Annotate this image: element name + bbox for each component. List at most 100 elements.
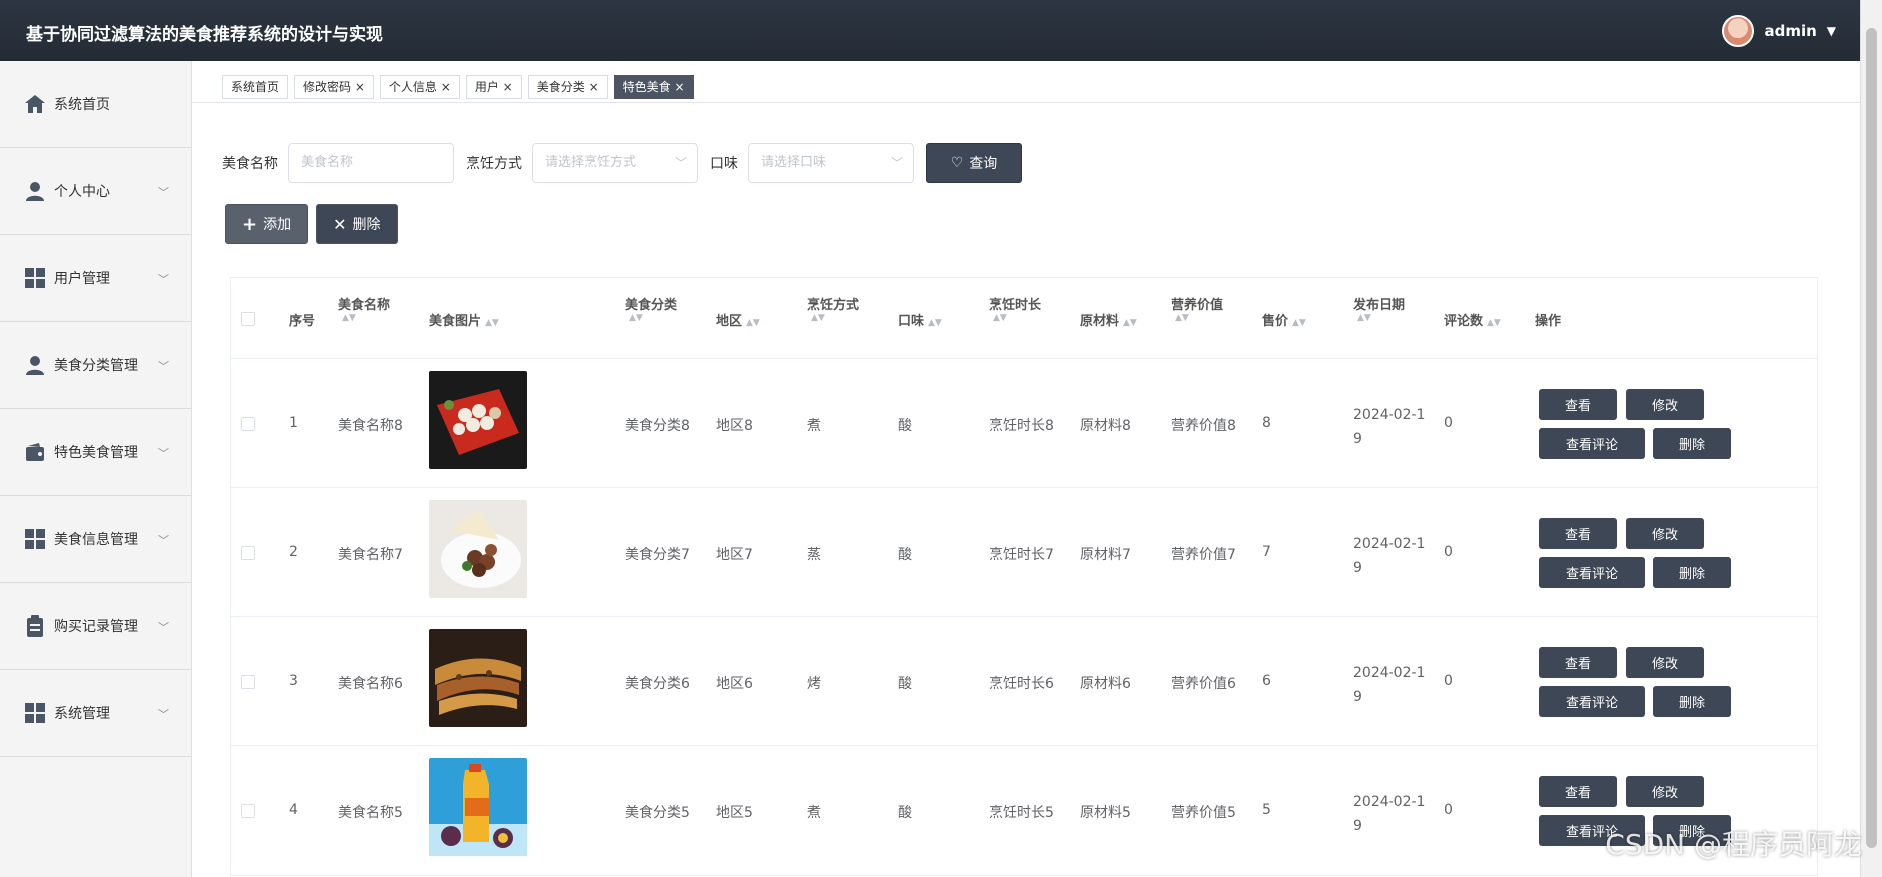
view-button[interactable]: 查看 (1539, 647, 1617, 678)
col-name[interactable]: 美食名称 ▲▼ (338, 294, 398, 323)
tab-food-category[interactable]: 美食分类 × (527, 75, 608, 99)
food-category: 美食分类6 (625, 676, 690, 692)
avatar[interactable] (1722, 15, 1755, 47)
food-image (429, 629, 527, 731)
add-button[interactable]: + 添加 (225, 204, 309, 244)
clipboard-icon (24, 615, 46, 637)
sidebar-item-food-info-management[interactable]: 美食信息管理 ﹀ (0, 496, 191, 583)
delete-button[interactable]: ✕ 删除 (316, 204, 398, 244)
row-checkbox[interactable] (241, 417, 255, 431)
col-material[interactable]: 原材料 ▲▼ (1080, 310, 1137, 329)
close-icon[interactable]: × (355, 80, 365, 94)
select-all-checkbox[interactable] (241, 312, 255, 326)
raw-material: 原材料6 (1080, 676, 1131, 692)
view-comments-button[interactable]: 查看评论 (1539, 428, 1645, 459)
tab-home[interactable]: 系统首页 (222, 75, 289, 99)
sort-icon[interactable]: ▲▼ (993, 313, 1049, 323)
delete-row-button[interactable]: 删除 (1653, 686, 1731, 717)
col-image[interactable]: 美食图片 ▲▼ (429, 310, 499, 329)
col-taste[interactable]: 口味 ▲▼ (898, 310, 942, 329)
sort-icon[interactable]: ▲▼ (1357, 313, 1413, 323)
top-bar: 基于协同过滤算法的美食推荐系统的设计与实现 admin ▼ (0, 0, 1860, 61)
taste-select[interactable]: 请选择口味 ﹀ (748, 143, 914, 183)
edit-button[interactable]: 修改 (1626, 518, 1704, 549)
col-comments[interactable]: 评论数 ▲▼ (1444, 310, 1501, 329)
food-name: 美食名称5 (338, 805, 403, 821)
close-icon[interactable]: × (441, 80, 451, 94)
sort-icon[interactable]: ▲▼ (1175, 313, 1231, 323)
user-menu[interactable]: admin ▼ (1722, 15, 1836, 47)
sidebar-item-home[interactable]: 系统首页 (0, 61, 191, 148)
food-category: 美食分类5 (625, 805, 690, 821)
col-date[interactable]: 发布日期 ▲▼ (1353, 294, 1413, 323)
col-actions: 操作 (1535, 314, 1562, 329)
table-row: 1 美食名称8 美食分类8 地区8 煮 酸 烹饪时长8 原材料8 营养价值8 8… (231, 359, 1817, 488)
sort-icon[interactable]: ▲▼ (746, 318, 760, 328)
tab-special-food[interactable]: 特色美食 × (613, 75, 694, 99)
food-name-input[interactable]: 美食名称 (288, 143, 454, 183)
sort-icon[interactable]: ▲▼ (1292, 318, 1306, 328)
sidebar-item-label: 个人中心 (54, 184, 110, 200)
tab-personal-info[interactable]: 个人信息 × (379, 75, 460, 99)
close-icon[interactable]: × (674, 80, 684, 94)
col-price[interactable]: 售价 ▲▼ (1262, 310, 1306, 329)
edit-button[interactable]: 修改 (1626, 389, 1704, 420)
close-icon[interactable]: × (503, 80, 513, 94)
row-checkbox[interactable] (241, 675, 255, 689)
col-category[interactable]: 美食分类 ▲▼ (625, 294, 685, 323)
food-name: 美食名称7 (338, 547, 403, 563)
publish-date: 2024-02-1 9 (1353, 665, 1426, 705)
col-region[interactable]: 地区 ▲▼ (716, 310, 760, 329)
sort-icon[interactable]: ▲▼ (485, 318, 499, 328)
comment-count: 0 (1444, 673, 1453, 689)
sort-icon[interactable]: ▲▼ (629, 313, 685, 323)
scrollbar-thumb[interactable] (1866, 28, 1877, 848)
tab-change-password[interactable]: 修改密码 × (294, 75, 374, 99)
sidebar-item-label: 特色美食管理 (54, 445, 138, 461)
cooking-method: 煮 (807, 418, 821, 434)
tab-users[interactable]: 用户 × (465, 75, 522, 99)
caret-down-icon[interactable]: ▼ (1827, 24, 1836, 38)
comment-count: 0 (1444, 802, 1453, 818)
view-button[interactable]: 查看 (1539, 389, 1617, 420)
close-icon[interactable]: × (589, 80, 599, 94)
sidebar-item-purchase-record-management[interactable]: 购买记录管理 ﹀ (0, 583, 191, 670)
edit-button[interactable]: 修改 (1626, 647, 1704, 678)
raw-material: 原材料7 (1080, 547, 1131, 563)
sidebar-item-user-management[interactable]: 用户管理 ﹀ (0, 235, 191, 322)
page-scrollbar[interactable] (1860, 0, 1882, 877)
sort-icon[interactable]: ▲▼ (928, 318, 942, 328)
nutrition-value: 营养价值8 (1171, 418, 1236, 434)
sidebar-item-label: 美食分类管理 (54, 358, 138, 374)
publish-date: 2024-02-1 9 (1353, 407, 1426, 447)
sort-icon[interactable]: ▲▼ (811, 313, 867, 323)
delete-row-button[interactable]: 删除 (1653, 557, 1731, 588)
food-region: 地区7 (716, 547, 753, 563)
view-comments-button[interactable]: 查看评论 (1539, 686, 1645, 717)
delete-row-button[interactable]: 删除 (1653, 428, 1731, 459)
view-button[interactable]: 查看 (1539, 518, 1617, 549)
sidebar-item-system-management[interactable]: 系统管理 ﹀ (0, 670, 191, 757)
sort-icon[interactable]: ▲▼ (1487, 318, 1501, 328)
sidebar-item-personal-center[interactable]: 个人中心 ﹀ (0, 148, 191, 235)
view-comments-button[interactable]: 查看评论 (1539, 557, 1645, 588)
sidebar-item-food-category-management[interactable]: 美食分类管理 ﹀ (0, 322, 191, 409)
sort-icon[interactable]: ▲▼ (342, 313, 398, 323)
home-icon (24, 93, 46, 115)
username[interactable]: admin (1764, 22, 1816, 40)
cooking-method-select[interactable]: 请选择烹饪方式 ﹀ (532, 143, 698, 183)
sort-icon[interactable]: ▲▼ (1123, 318, 1137, 328)
edit-button[interactable]: 修改 (1626, 776, 1704, 807)
view-button[interactable]: 查看 (1539, 776, 1617, 807)
cooking-method-label: 烹饪方式 (466, 156, 522, 172)
col-duration[interactable]: 烹饪时长 ▲▼ (989, 294, 1049, 323)
price: 5 (1262, 802, 1271, 818)
nutrition-value: 营养价值7 (1171, 547, 1236, 563)
col-nutrition[interactable]: 营养价值 ▲▼ (1171, 294, 1231, 323)
col-method[interactable]: 烹饪方式 ▲▼ (807, 294, 867, 323)
row-checkbox[interactable] (241, 804, 255, 818)
row-checkbox[interactable] (241, 546, 255, 560)
query-button[interactable]: ♡ 查询 (926, 143, 1022, 183)
sidebar-item-label: 系统管理 (54, 706, 110, 722)
sidebar-item-special-food-management[interactable]: 特色美食管理 ﹀ (0, 409, 191, 496)
